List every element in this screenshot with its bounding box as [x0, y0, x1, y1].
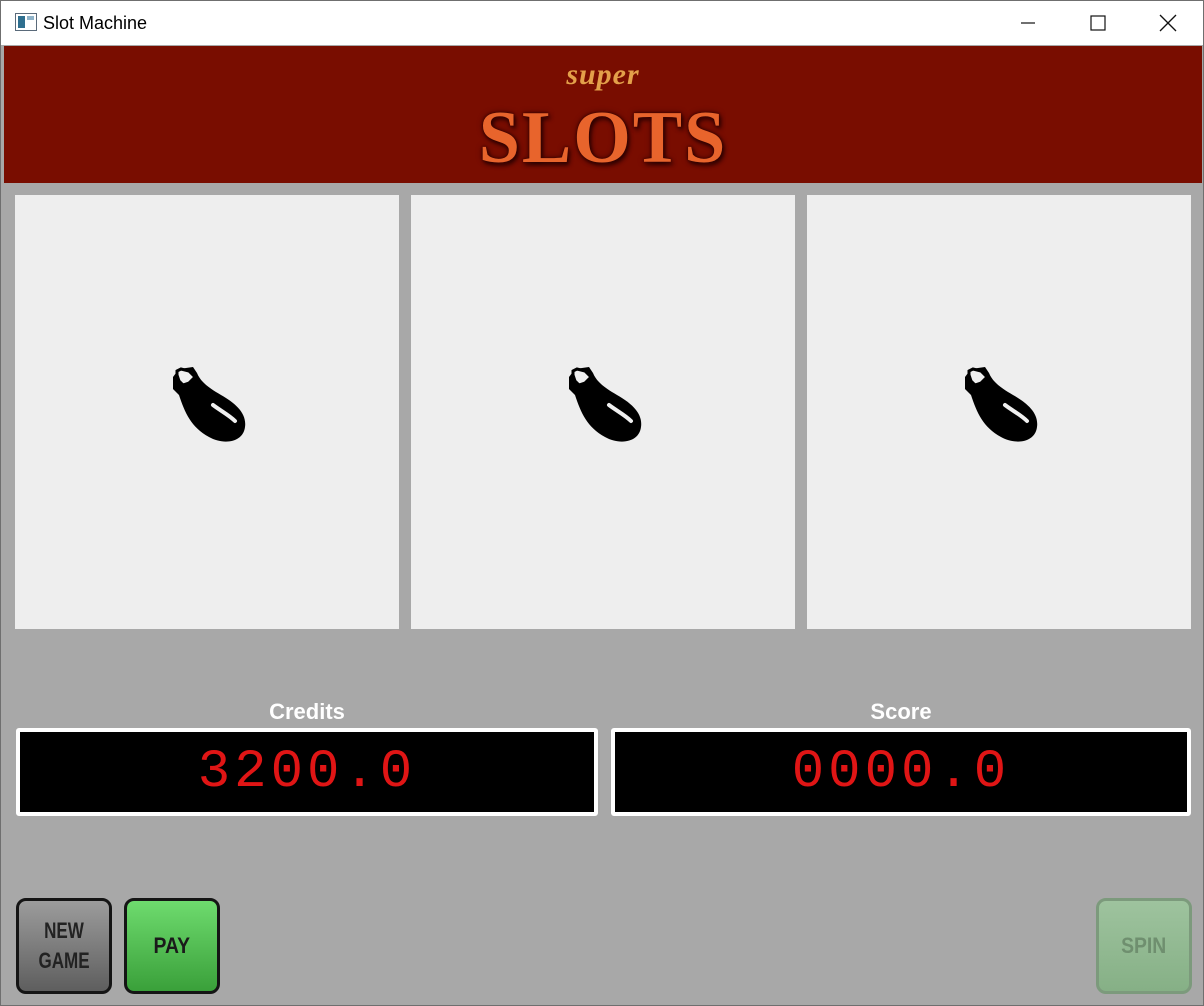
header-slots-logo: SLOTS — [478, 97, 728, 179]
score-value: 0000.0 — [791, 741, 1011, 803]
credits-value: 3200.0 — [197, 741, 417, 803]
close-icon — [1159, 14, 1177, 32]
score-label: Score — [870, 699, 932, 724]
new-game-label-line1: NEW — [44, 918, 84, 943]
new-game-button[interactable]: NEW GAME — [16, 898, 112, 994]
pay-button[interactable]: PAY — [124, 898, 220, 994]
credits-display: 3200.0 — [16, 728, 598, 816]
minimize-icon — [1021, 22, 1035, 24]
title-bar[interactable]: Slot Machine — [1, 1, 1203, 45]
spin-button-label: SPIN — [1121, 933, 1167, 958]
pay-button-label: PAY — [153, 933, 191, 958]
reel-1 — [15, 195, 399, 629]
score-display: 0000.0 — [611, 728, 1191, 816]
credits-label: Credits — [269, 699, 345, 724]
eggplant-icon — [173, 367, 246, 442]
close-button[interactable] — [1133, 1, 1203, 45]
maximize-button[interactable] — [1063, 1, 1133, 45]
eggplant-icon — [965, 367, 1038, 442]
minimize-button[interactable] — [993, 1, 1063, 45]
header-super-text: super — [566, 58, 640, 91]
game-header: super SLOTS — [4, 46, 1202, 183]
reel-2 — [411, 195, 795, 629]
spin-button[interactable]: SPIN — [1096, 898, 1192, 994]
new-game-label-line2: GAME — [38, 948, 90, 973]
reel-3 — [807, 195, 1191, 629]
maximize-icon — [1090, 15, 1106, 31]
slot-machine-window: Slot Machine super SLOTS Credits 3200.0 … — [0, 0, 1204, 1006]
window-title: Slot Machine — [43, 13, 148, 33]
eggplant-icon — [569, 367, 642, 442]
app-icon — [15, 13, 37, 31]
